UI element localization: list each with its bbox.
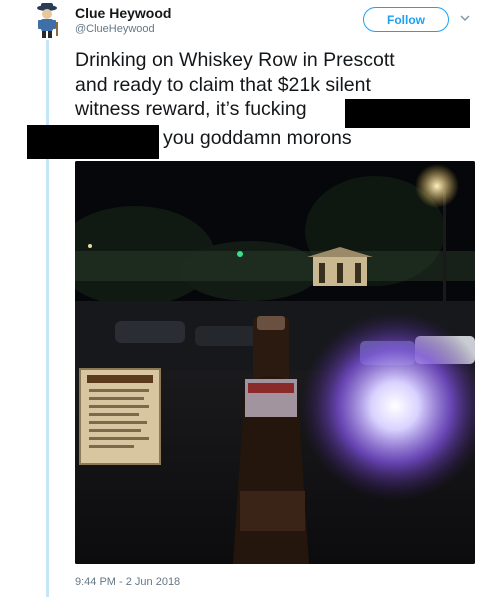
tweet-timestamp[interactable]: 9:44 PM - 2 Jun 2018	[75, 576, 180, 588]
user-handle[interactable]: @ClueHeywood	[75, 23, 155, 35]
redaction-bar	[27, 125, 159, 159]
tweet-photo[interactable]	[75, 161, 475, 564]
display-name[interactable]: Clue Heywood	[75, 5, 171, 21]
avatar[interactable]	[30, 2, 64, 40]
tweet-text-line: and ready to claim that $21k silent	[75, 73, 371, 96]
tweet-text-line: you goddamn morons	[163, 127, 352, 149]
chevron-down-icon[interactable]	[458, 11, 472, 25]
follow-button[interactable]: Follow	[363, 7, 449, 32]
redaction-bar	[345, 99, 470, 128]
tweet-text-line: Drinking on Whiskey Row in Prescott	[75, 49, 395, 71]
thread-line	[46, 40, 49, 597]
